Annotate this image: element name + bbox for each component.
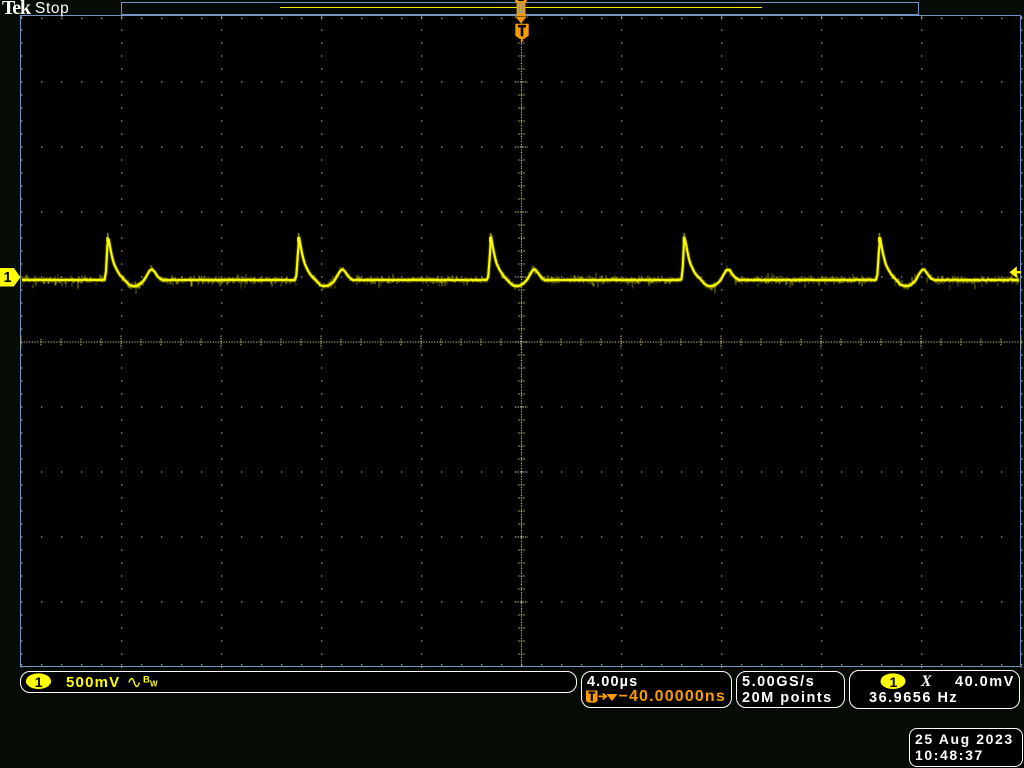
svg-text:B: B: [143, 674, 150, 685]
svg-text:W: W: [150, 679, 158, 688]
